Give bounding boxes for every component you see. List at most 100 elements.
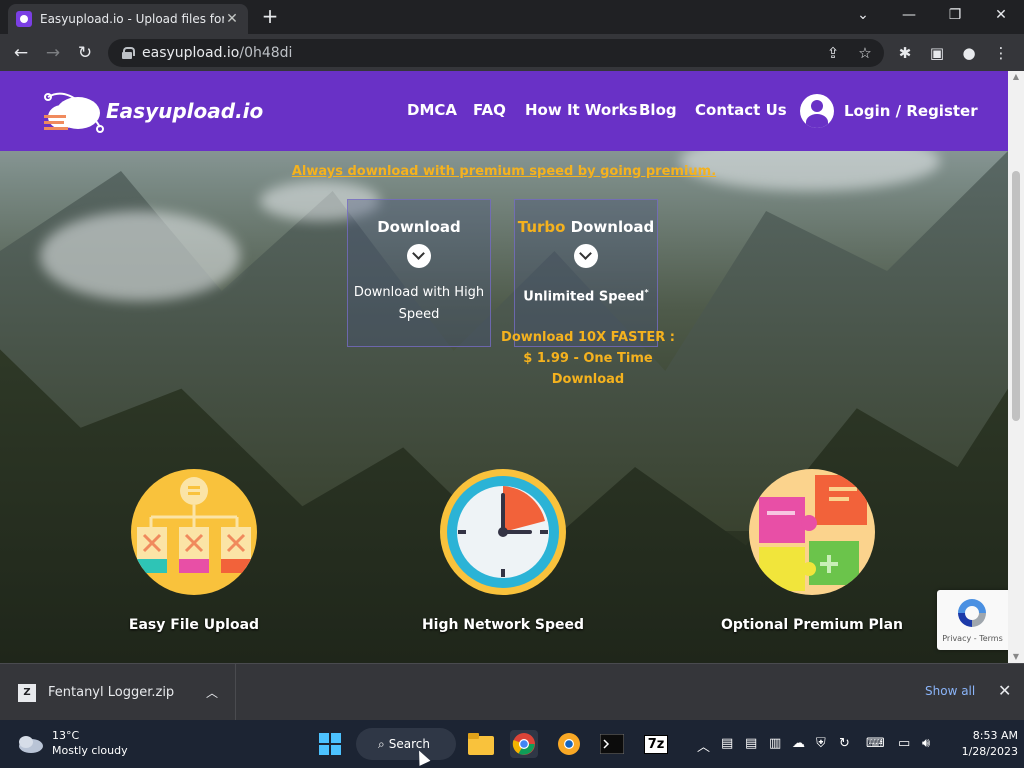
- window-close-icon[interactable]: ✕: [978, 0, 1024, 30]
- recaptcha-icon: [958, 599, 986, 627]
- login-label: Login / Register: [844, 102, 978, 120]
- recaptcha-badge[interactable]: Privacy - Terms: [937, 590, 1008, 650]
- turbo-offer-text: Download 10X FASTER : $ 1.99 - One Time …: [500, 327, 676, 390]
- restore-icon[interactable]: ❐: [932, 0, 978, 30]
- chevron-down-icon: [574, 244, 598, 268]
- extensions-puzzle-icon[interactable]: ✱: [894, 42, 916, 64]
- 7zip-icon[interactable]: 7z: [642, 730, 670, 758]
- nav-how-it-works[interactable]: How It Works: [525, 101, 638, 119]
- tray-app-icon[interactable]: ▤: [721, 736, 733, 751]
- download-title: Download: [377, 218, 461, 236]
- lock-icon: [122, 47, 135, 59]
- turbo-title-rest: Download: [565, 218, 655, 236]
- share-icon[interactable]: ⇪: [822, 42, 844, 64]
- weather-temperature: 13°C: [52, 729, 80, 742]
- zip-file-icon: Z: [18, 683, 36, 702]
- chevron-up-icon[interactable]: ︿: [206, 684, 218, 701]
- feature-label: High Network Speed: [421, 617, 585, 633]
- browser-toolbar: ← → ↻ easyupload.io /0h48di ⇪ ☆ ✱ ▣ ● ⋮: [0, 34, 1024, 71]
- reload-icon[interactable]: ↻: [74, 42, 96, 64]
- weather-widget[interactable]: 13°C Mostly cloudy: [16, 728, 128, 758]
- taskbar-clock[interactable]: 8:53 AM 1/28/2023: [940, 728, 1018, 760]
- show-all-downloads-link[interactable]: Show all: [925, 684, 975, 698]
- tray-overflow-icon[interactable]: ︿: [697, 736, 710, 755]
- profile-icon[interactable]: ●: [958, 42, 980, 64]
- minimize-icon[interactable]: —: [886, 0, 932, 30]
- page-scrollbar[interactable]: ▲ ▼: [1008, 71, 1024, 663]
- download-item[interactable]: Z Fentanyl Logger.zip ︿: [0, 664, 236, 721]
- taskbar-search-button[interactable]: ⌕ Search: [356, 728, 456, 760]
- menu-kebab-icon[interactable]: ⋮: [990, 42, 1012, 64]
- feature-easy-file-upload: Easy File Upload: [94, 469, 294, 633]
- search-icon: ⌕: [378, 736, 385, 751]
- tray-onedrive-icon[interactable]: ☁: [792, 736, 805, 751]
- downloads-bar: Z Fentanyl Logger.zip ︿ Show all ✕: [0, 663, 1024, 721]
- scroll-down-icon[interactable]: ▼: [1008, 651, 1024, 663]
- chevron-down-icon: [407, 244, 431, 268]
- cloud-logo-icon: [44, 92, 104, 133]
- nav-blog[interactable]: Blog: [639, 101, 677, 119]
- file-explorer-icon[interactable]: [467, 730, 495, 758]
- chrome-canary-icon[interactable]: [555, 730, 583, 758]
- login-register-button[interactable]: Login / Register: [800, 93, 978, 129]
- windows-start-icon[interactable]: [316, 730, 344, 758]
- url-host: easyupload.io: [142, 45, 240, 61]
- nav-faq[interactable]: FAQ: [473, 101, 506, 119]
- turbo-offer-line: $ 1.99 - One Time: [523, 351, 653, 366]
- tab-search-icon[interactable]: ⌄: [840, 0, 886, 30]
- feature-high-network-speed: High Network Speed: [403, 469, 603, 633]
- recaptcha-links[interactable]: Privacy - Terms: [937, 634, 1008, 643]
- download-button[interactable]: Download Download with High Speed: [347, 199, 491, 347]
- tab-close-icon[interactable]: ✕: [224, 11, 240, 27]
- feature-label: Optional Premium Plan: [720, 617, 904, 633]
- turbo-offer-line: Download: [551, 372, 625, 387]
- turbo-asterisk: *: [644, 288, 649, 297]
- new-tab-button[interactable]: +: [258, 6, 282, 28]
- forward-arrow-icon[interactable]: →: [42, 42, 64, 64]
- feature-optional-premium-plan: Optional Premium Plan: [712, 469, 912, 633]
- clock-date: 1/28/2023: [961, 745, 1018, 758]
- tray-app-icon[interactable]: ▥: [769, 736, 781, 751]
- turbo-offer-line: Download 10X FASTER :: [501, 330, 675, 345]
- tab-title: Easyupload.io - Upload files for fr: [40, 12, 224, 26]
- turbo-download-title: Turbo Download: [515, 218, 657, 236]
- nav-contact-us[interactable]: Contact Us: [695, 101, 787, 119]
- turbo-subtitle: Unlimited Speed*: [515, 282, 657, 308]
- address-bar[interactable]: easyupload.io /0h48di: [108, 39, 884, 67]
- site-header: Easyupload.io DMCA FAQ How It Works Blog…: [0, 71, 1008, 151]
- 7zip-label: 7z: [643, 734, 669, 754]
- premium-promo-link[interactable]: Always download with premium speed by go…: [0, 164, 1008, 179]
- side-panel-icon[interactable]: ▣: [926, 42, 948, 64]
- volume-icon[interactable]: 🔊︎: [922, 736, 930, 751]
- tray-update-icon[interactable]: ↻: [839, 736, 850, 751]
- keyboard-icon[interactable]: ⌨: [866, 736, 885, 751]
- clock-time: 8:53 AM: [972, 729, 1018, 742]
- terminal-icon[interactable]: [598, 730, 626, 758]
- back-arrow-icon[interactable]: ←: [10, 42, 32, 64]
- feature-label: Easy File Upload: [128, 617, 260, 633]
- scrollbar-thumb[interactable]: [1012, 171, 1020, 421]
- clock-icon: [440, 469, 566, 595]
- weather-condition: Mostly cloudy: [52, 744, 128, 757]
- scroll-up-icon[interactable]: ▲: [1008, 71, 1024, 83]
- windows-taskbar: 13°C Mostly cloudy ⌕ Search 7z ︿ ▤ ▤ ▥ ☁…: [0, 720, 1024, 768]
- nav-dmca[interactable]: DMCA: [407, 101, 457, 119]
- chrome-icon[interactable]: [510, 730, 538, 758]
- tray-security-icon[interactable]: ⛨: [816, 736, 826, 751]
- download-file-name: Fentanyl Logger.zip: [48, 685, 175, 700]
- user-avatar-icon: [800, 94, 834, 128]
- url-path: /0h48di: [239, 45, 293, 61]
- bookmark-star-icon[interactable]: ☆: [854, 42, 876, 64]
- network-icon[interactable]: ▭: [898, 736, 910, 751]
- hierarchy-icon: [131, 469, 257, 595]
- turbo-download-button[interactable]: Turbo Download Unlimited Speed*: [514, 199, 658, 347]
- brand-name: Easyupload.io: [106, 99, 264, 123]
- cloud-sun-icon: [19, 736, 43, 753]
- browser-tab[interactable]: Easyupload.io - Upload files for fr ✕: [8, 4, 248, 34]
- downloads-close-icon[interactable]: ✕: [998, 681, 1011, 700]
- tray-app-icon[interactable]: ▤: [745, 736, 757, 751]
- page-viewport: Easyupload.io DMCA FAQ How It Works Blog…: [0, 71, 1008, 663]
- puzzle-icon: [749, 469, 875, 595]
- site-logo[interactable]: Easyupload.io: [40, 85, 263, 139]
- turbo-subtitle-text: Unlimited Speed: [523, 289, 645, 305]
